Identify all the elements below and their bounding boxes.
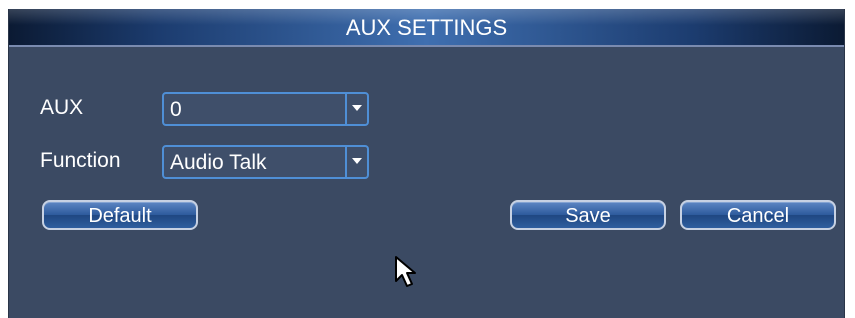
dialog-title: AUX SETTINGS [345,15,508,40]
aux-dropdown-value: 0 [170,98,182,121]
default-button[interactable]: Default [42,200,198,230]
aux-dropdown[interactable]: 0 [162,92,369,126]
function-dropdown-value: Audio Talk [170,151,267,174]
chevron-down-icon[interactable] [345,94,367,124]
chevron-down-icon[interactable] [345,147,367,177]
function-dropdown[interactable]: Audio Talk [162,145,369,179]
dialog-titlebar: AUX SETTINGS [9,9,844,47]
mouse-pointer-icon [395,256,416,287]
cancel-button[interactable]: Cancel [680,200,836,230]
aux-label: AUX [40,96,84,119]
save-button[interactable]: Save [510,200,666,230]
function-label: Function [40,149,121,172]
